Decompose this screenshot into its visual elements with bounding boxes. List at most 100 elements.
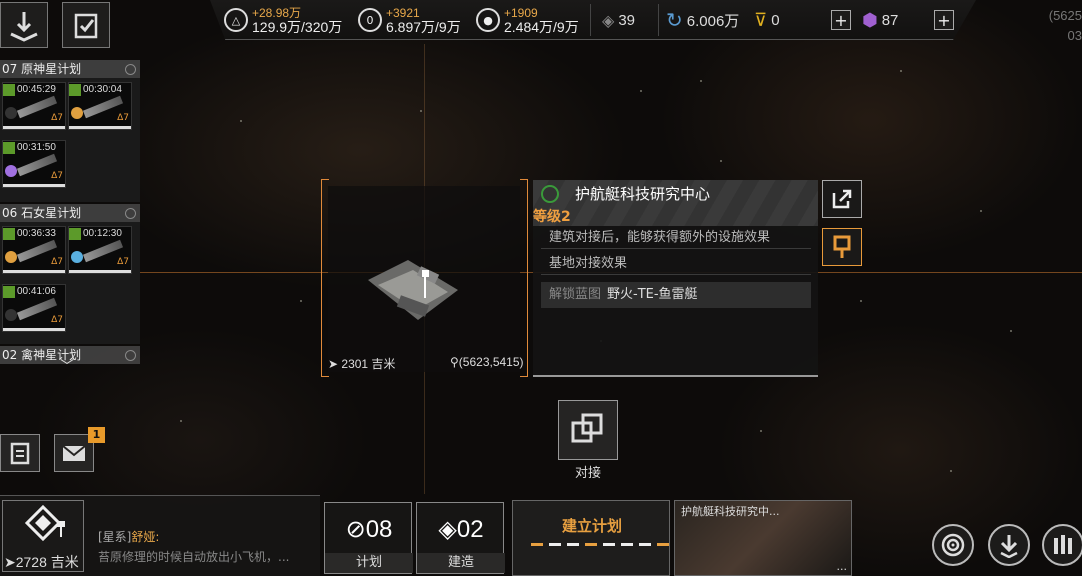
plan-header[interactable]: 07 原神星计划 (0, 60, 140, 78)
star (900, 70, 902, 72)
health-bar (3, 328, 65, 331)
timer-icon (69, 83, 81, 96)
dock-label: 对接 (574, 466, 601, 481)
checklist-icon (74, 13, 98, 39)
ship-timer: 00:36:33 (17, 228, 56, 239)
resource-1-delta: +28.98万 (252, 6, 302, 20)
diamond-build-icon: ◈ (438, 516, 457, 543)
health-bar (3, 184, 65, 187)
navigate-button[interactable] (0, 2, 48, 48)
resource-2[interactable]: 0 +3921 6.897万/9万 (358, 0, 461, 40)
galaxy-button[interactable] (932, 524, 974, 566)
ship-card[interactable]: 00:45:29 Δ7 (2, 82, 66, 130)
build-count: 02 (456, 516, 484, 543)
premium-counter[interactable]: ⬢ 87 (862, 0, 898, 40)
chevron-down-icon[interactable]: ﹀ (60, 356, 74, 376)
resource-3[interactable]: ● +1909 2.484万/9万 (476, 0, 579, 40)
ship-timer: 00:30:04 (83, 84, 122, 95)
fleet-plan-panel: 07 原神星计划 00:45:29 Δ7 00:30:04 Δ7 00:31:5… (0, 60, 140, 374)
plans-label: 计划 (325, 553, 413, 573)
building-type-icon (541, 185, 559, 203)
health-bar (69, 126, 131, 129)
star (700, 80, 702, 82)
zero-resource-icon: 0 (358, 8, 382, 32)
timer-icon (3, 227, 15, 240)
target-bracket-right (520, 179, 528, 377)
resource-1-value: 129.9万/320万 (252, 19, 343, 35)
tier-label: Δ7 (51, 257, 63, 267)
add-premium-button[interactable]: + (934, 0, 954, 40)
plan-slots (531, 543, 669, 546)
star (240, 120, 242, 122)
plan-body: 00:36:33 Δ7 00:12:30 Δ7 00:41:06 Δ7 (0, 222, 140, 344)
download-button[interactable] (988, 524, 1030, 566)
star (640, 90, 642, 92)
gold-shield-icon: ⊽ (754, 9, 768, 31)
target-distance-text: 2301 吉米 (341, 357, 396, 371)
building-title: 护航艇科技研究中心 (575, 185, 711, 203)
build-button[interactable]: ◈02 建造 (416, 502, 505, 574)
star (300, 300, 302, 302)
diamond-counter[interactable]: ◈ 39 (602, 0, 635, 40)
mail-icon (62, 445, 86, 461)
spiral-galaxy-icon (941, 533, 965, 557)
plan-toggle-icon[interactable] (125, 64, 136, 75)
anchor-down-icon (10, 12, 38, 42)
document-icon (10, 442, 30, 465)
ship-timer: 00:41:06 (17, 286, 56, 297)
tier-label: Δ7 (117, 257, 129, 267)
refresh-credit-icon: ↻ (666, 8, 683, 32)
plans-button[interactable]: ⊘08 计划 (324, 502, 413, 574)
add-gold-button[interactable]: + (831, 0, 851, 40)
ship-card[interactable]: 00:30:04 Δ7 (68, 82, 132, 130)
diamond-icon: ◈ (602, 10, 615, 30)
build-count-row: ◈02 (417, 515, 505, 544)
ship-card[interactable]: 00:12:30 Δ7 (68, 226, 132, 274)
log-button[interactable] (0, 434, 40, 472)
info-base-effect: 基地对接效果 (541, 253, 811, 275)
gold-value: 0 (771, 11, 780, 29)
target-position-text: (5623,5415) (458, 355, 524, 369)
resource-3-value: 2.484万/9万 (504, 19, 579, 35)
star (180, 420, 182, 422)
create-plan-button[interactable]: 建立计划 (512, 500, 670, 576)
separator (658, 4, 659, 36)
open-external-button[interactable] (822, 180, 862, 218)
credits-counter[interactable]: ↻ 6.006万 (666, 0, 739, 40)
target-distance: ➤ 2301 吉米 (328, 357, 396, 371)
plan-name: 06 石女星计划 (2, 206, 82, 220)
star (950, 470, 952, 472)
fleet-button[interactable] (1042, 524, 1082, 566)
coordinate-readout-partial: (5625 03 (1048, 8, 1082, 43)
plus-icon: + (831, 10, 851, 30)
dock-button[interactable] (558, 400, 618, 460)
plan-toggle-icon[interactable] (125, 350, 136, 361)
resource-2-value: 6.897万/9万 (386, 19, 461, 35)
star (1010, 330, 1012, 332)
ship-card[interactable]: 00:41:06 Δ7 (2, 284, 66, 332)
resource-3-delta: +1909 (504, 6, 538, 20)
dock-squares-icon (571, 413, 603, 443)
plan-toggle-icon[interactable] (125, 208, 136, 219)
diamond-count: 39 (618, 11, 635, 29)
premium-value: 87 (881, 11, 899, 29)
bookmark-button[interactable] (822, 228, 862, 266)
timer-icon (3, 141, 15, 154)
link-icon: ⊘ (345, 516, 366, 543)
plan-header[interactable]: 06 石女星计划 (0, 204, 140, 222)
timer-icon (69, 227, 81, 240)
tasks-button[interactable] (62, 2, 110, 48)
building-preview[interactable]: 护航艇科技研究中... ... (674, 500, 852, 576)
ship-class-dot (5, 107, 17, 119)
ship-card[interactable]: 00:36:33 Δ7 (2, 226, 66, 274)
plans-count-row: ⊘08 (325, 515, 413, 544)
info-unlock[interactable]: 解锁蓝图 野火-TE-鱼雷艇 (541, 282, 811, 308)
ship-card[interactable]: 00:31:50 Δ7 (2, 140, 66, 188)
separator (590, 4, 591, 36)
premium-hex-icon: ⬢ (862, 9, 878, 31)
star (860, 300, 862, 302)
star (760, 430, 762, 432)
gold-counter[interactable]: ⊽ 0 (754, 0, 780, 40)
resource-1[interactable]: △ +28.98万 129.9万/320万 (224, 0, 342, 40)
ship-class-dot (71, 251, 83, 263)
